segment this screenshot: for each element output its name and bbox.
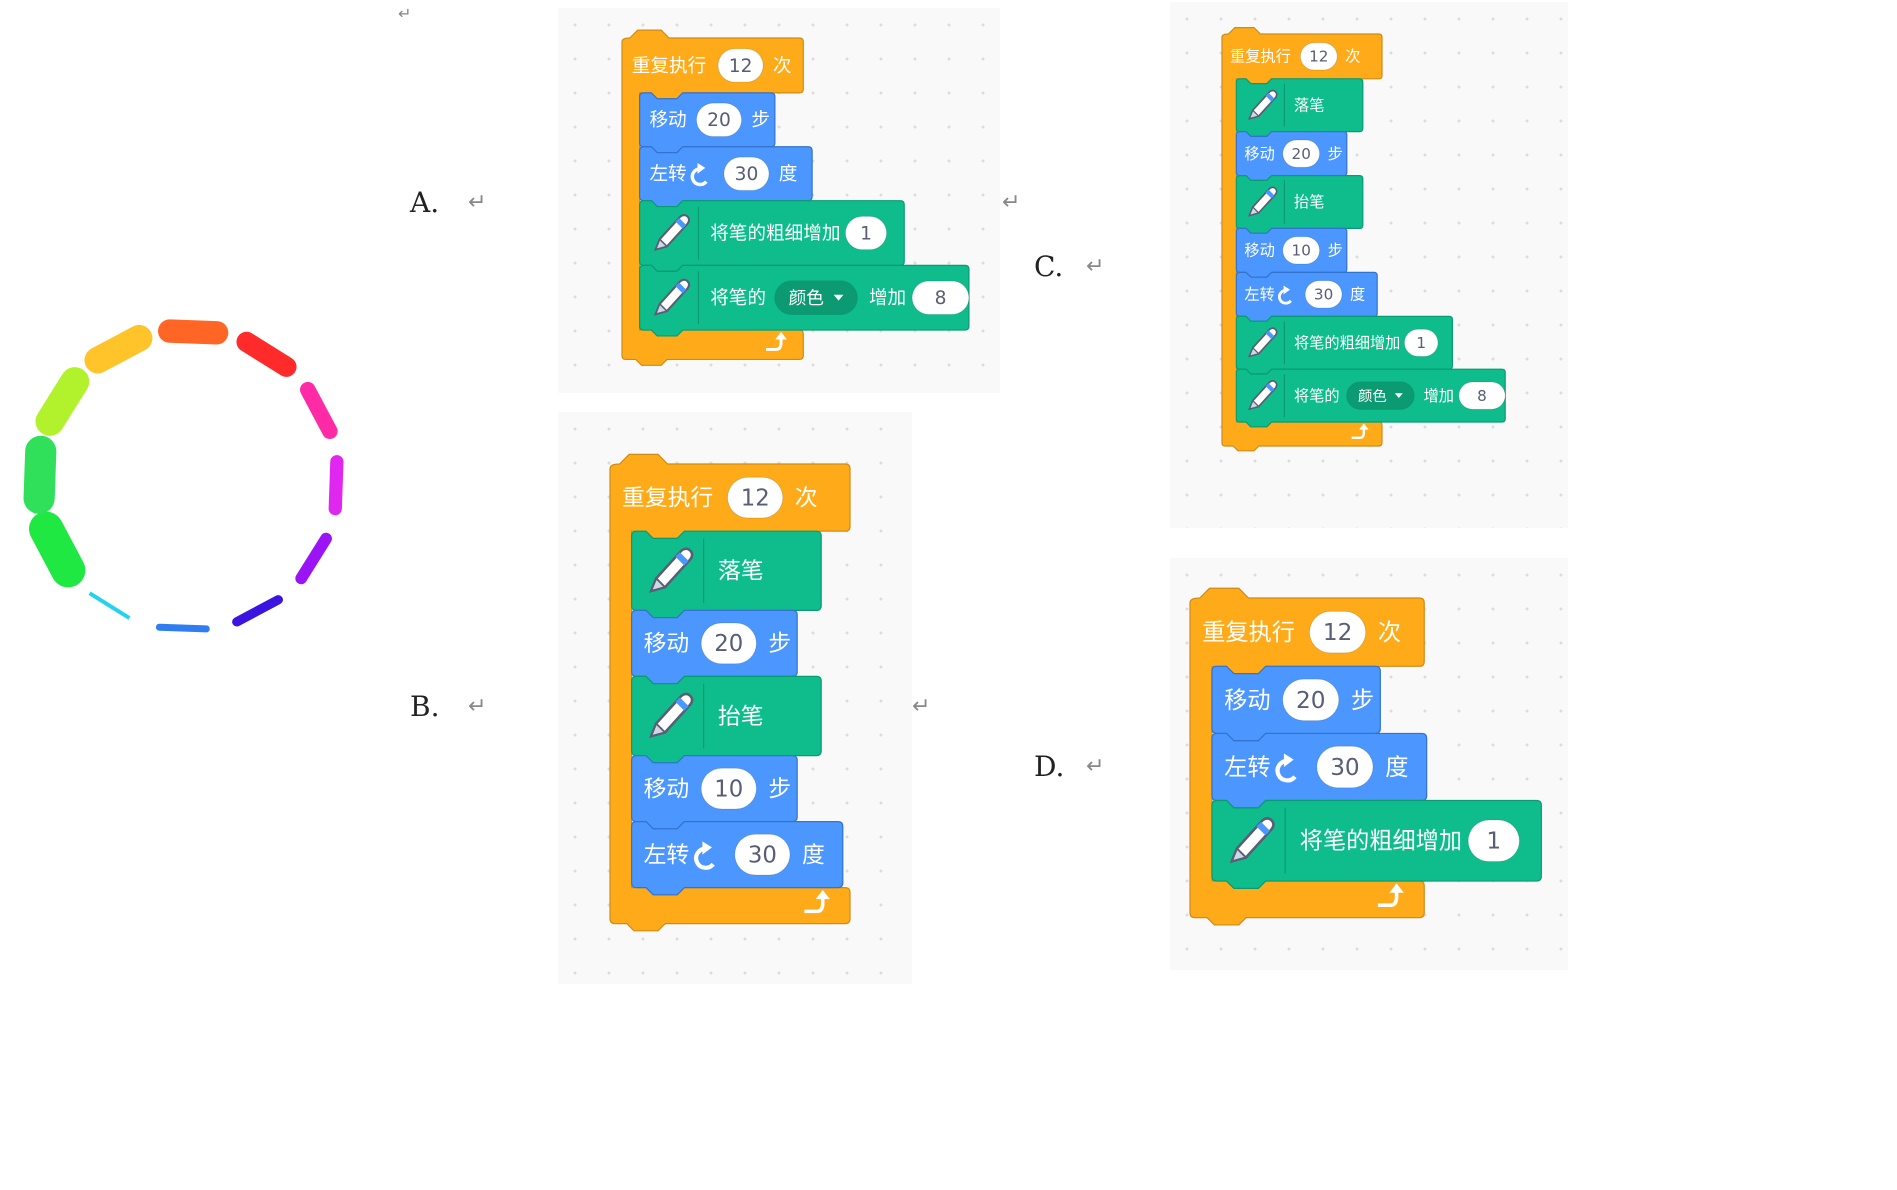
turn-left-label: 左转: [649, 164, 686, 185]
pen-down-label: 落笔: [718, 559, 764, 585]
times-label: 次: [773, 56, 792, 77]
steps-label: 步: [1351, 687, 1374, 714]
paragraph-mark: ↵: [398, 4, 412, 23]
pen-up-label: 抬笔: [1294, 193, 1324, 211]
degrees-label: 度: [802, 842, 825, 868]
move-label: 移动: [649, 110, 686, 131]
steps-label: 步: [1328, 145, 1343, 163]
turn-left-label: 左转: [1224, 754, 1270, 781]
option-a-code: 重复执行 12 次移动 20 步左转 30 度将笔的粗细增加 1 将笔的 颜色 增加 8: [558, 8, 1000, 393]
separator-mark-a: ↵: [1002, 190, 1021, 215]
turn-angle: 30: [1330, 754, 1360, 781]
move-label: 移动: [1224, 687, 1270, 714]
turn-left-label: 左转: [644, 842, 690, 868]
option-a-label: A.: [410, 186, 440, 219]
times-label: 次: [795, 485, 818, 511]
move-steps: 10: [714, 776, 743, 802]
move-steps: 20: [1296, 687, 1326, 714]
change-size-label: 将笔的粗细增加: [710, 223, 840, 244]
option-d-label: D.: [1034, 750, 1065, 783]
change-by-label: 增加: [869, 288, 906, 309]
degrees-label: 度: [1385, 754, 1408, 781]
change-param-label: 将笔的: [1294, 387, 1340, 405]
repeat-label: 重复执行: [1230, 48, 1291, 66]
steps-label: 步: [768, 776, 791, 802]
move-label: 移动: [644, 776, 690, 802]
move-label: 移动: [1244, 242, 1274, 260]
turn-left-label: 左转: [1244, 286, 1274, 304]
pen-stroke-segment: [236, 331, 297, 377]
option-d-mark: ↵: [1086, 754, 1105, 779]
steps-label: 步: [768, 631, 791, 657]
steps-label: 步: [751, 110, 770, 131]
move-steps: 10: [1292, 242, 1311, 260]
pen-down-label: 落笔: [1294, 96, 1324, 114]
option-b-mark: ↵: [468, 694, 487, 719]
option-b-label: B.: [410, 690, 440, 723]
pen-stroke-segment: [23, 435, 57, 514]
degrees-label: 度: [1350, 286, 1365, 304]
color-step: 8: [1477, 387, 1487, 405]
option-d-code: 重复执行 12 次移动 20 步左转 30 度将笔的粗细增加 1: [1170, 558, 1568, 970]
pen-stroke-segment: [158, 319, 229, 345]
repeat-count: 12: [729, 56, 753, 77]
pen-stroke-segment: [88, 591, 131, 620]
move-label: 移动: [1244, 145, 1274, 163]
move-label: 移动: [644, 631, 690, 657]
repeat-label: 重复执行: [632, 56, 706, 77]
size-step: 1: [1486, 828, 1501, 855]
pen-stroke-segment: [328, 455, 344, 516]
option-c-label: C.: [1034, 250, 1064, 283]
repeat-label: 重复执行: [1202, 619, 1295, 646]
option-b-code: 重复执行 12 次落笔 移动 20 步抬笔 移动 10 步左转 30 度: [558, 412, 912, 984]
degrees-label: 度: [779, 164, 798, 185]
repeat-label: 重复执行: [622, 485, 713, 511]
change-param-label: 将笔的: [710, 288, 766, 309]
change-size-label: 将笔的粗细增加: [1294, 334, 1400, 352]
turn-angle: 30: [735, 164, 759, 185]
pen-stroke-segment: [232, 595, 283, 627]
size-step: 1: [1416, 334, 1426, 352]
pen-stroke-segment: [299, 381, 338, 439]
separator-mark-b: ↵: [912, 694, 931, 719]
size-step: 1: [860, 223, 872, 244]
option-c-code: 重复执行 12 次落笔 移动 20 步抬笔 移动 10 步左转 30 度将笔的粗细增加 1 将笔的 颜色增…: [1170, 2, 1568, 528]
color-step: 8: [935, 288, 947, 309]
pen-up-label: 抬笔: [718, 704, 764, 730]
turn-angle: 30: [1314, 286, 1333, 304]
repeat-count: 12: [741, 485, 770, 511]
color-dropdown-value: 颜色: [789, 288, 824, 309]
change-by-label: 增加: [1424, 387, 1454, 405]
pen-stroke-segment: [84, 324, 153, 374]
times-label: 次: [1345, 48, 1360, 66]
pen-stroke-segment: [155, 623, 210, 633]
move-steps: 20: [707, 110, 731, 131]
times-label: 次: [1378, 619, 1401, 646]
option-a-mark: ↵: [468, 190, 487, 215]
move-steps: 20: [1292, 145, 1311, 163]
repeat-count: 12: [1309, 48, 1328, 66]
option-c-mark: ↵: [1086, 254, 1105, 279]
pen-stroke-segment: [295, 532, 332, 585]
move-steps: 20: [714, 631, 743, 657]
color-dropdown-value: 颜色: [1358, 388, 1387, 405]
pen-stroke-segment: [29, 511, 86, 588]
pen-stroke-segment: [35, 367, 90, 436]
result-preview: [23, 319, 344, 633]
repeat-count: 12: [1323, 619, 1353, 646]
change-size-label: 将笔的粗细增加: [1300, 828, 1462, 855]
turn-angle: 30: [748, 842, 777, 868]
steps-label: 步: [1328, 242, 1343, 260]
